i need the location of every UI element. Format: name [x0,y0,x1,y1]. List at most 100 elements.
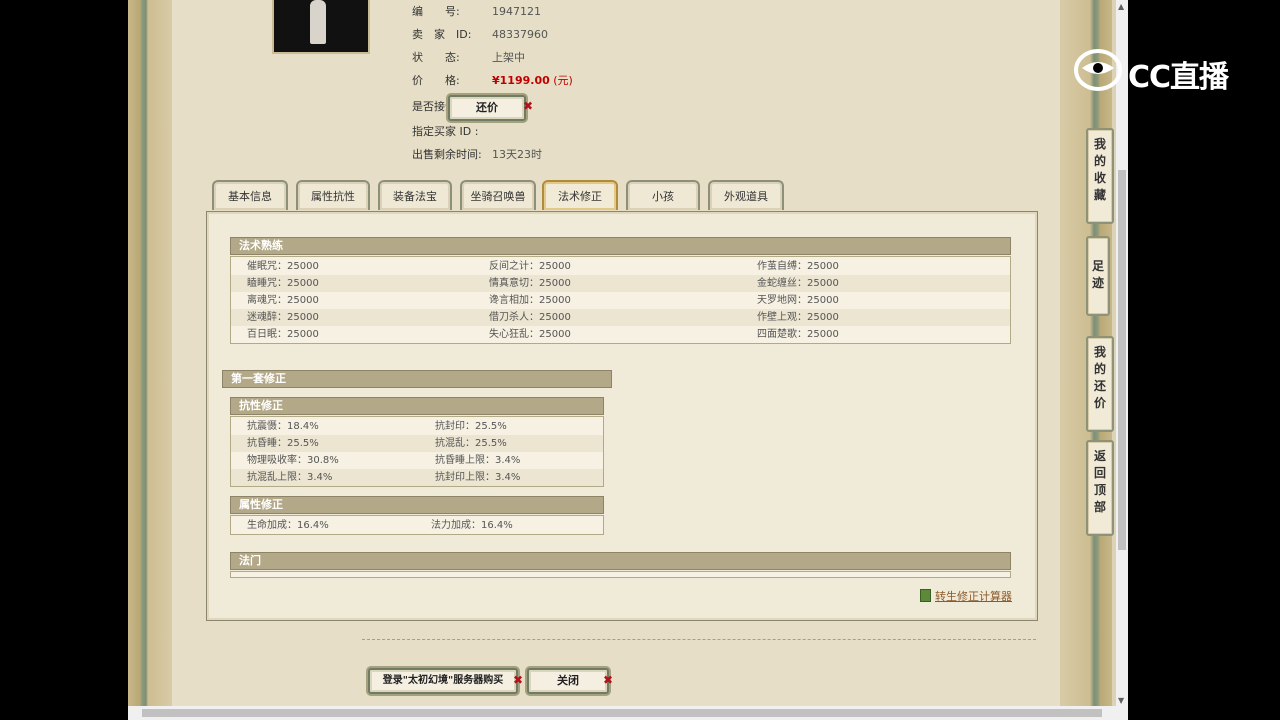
cell: 抗封印上限：3.4% [435,472,521,483]
number-label: 编 号: [412,5,460,18]
tab-spell-correction[interactable]: 法术修正 [542,180,618,210]
cell: 作茧自缚：25000 [757,261,839,272]
price-unit: (元) [553,74,573,87]
nav-char: 部 [1093,500,1106,514]
nav-char: 还 [1093,379,1106,393]
close-x-icon: ✖ [513,673,524,687]
number-row: 编 号: 1947121 [412,4,541,20]
cell: 生命加成：16.4% [247,520,329,531]
scroll-up-icon[interactable]: ▲ [1118,2,1124,11]
seller-row: 卖 家 ID: 48337960 [412,27,548,43]
cc-logo-text: CC直播 [1128,60,1229,95]
nav-char: 的 [1093,362,1106,376]
tab-child[interactable]: 小孩 [626,180,700,210]
cell: 抗混乱上限：3.4% [247,472,333,483]
trade-page: 编 号: 1947121 卖 家 ID: 48337960 状 态: 上架中 价 格:… [128,0,1116,720]
table-row: 离魂咒：25000 谗言相加：25000 天罗地网：25000 [231,292,1010,309]
buyer-label: 指定买家 ID : [412,125,479,138]
remaining-value: 13天23时 [492,148,542,161]
counter-offer-button[interactable]: 还价 [448,95,526,121]
footprint-button[interactable]: 足 迹 [1086,236,1110,316]
cell: 情真意切：25000 [489,278,571,289]
nav-char: 返 [1093,449,1106,463]
my-offers-button[interactable]: 我 的 还 价 [1086,336,1114,432]
cell: 抗震慑：18.4% [247,421,319,432]
table-row: 催眠咒：25000 反间之计：25000 作茧自缚：25000 [231,258,1010,275]
resist-table: 抗震慑：18.4% 抗封印：25.5% 抗昏睡：25.5% 抗混乱：25.5% … [230,416,604,487]
nav-char: 价 [1093,396,1106,410]
tab-appearance[interactable]: 外观道具 [708,180,784,210]
horizontal-scrollbar[interactable] [128,706,1116,720]
nav-char: 的 [1093,154,1106,168]
nav-char: 我 [1093,345,1106,359]
tab-attr-resist[interactable]: 属性抗性 [296,180,370,210]
tab-equipment[interactable]: 装备法宝 [378,180,452,210]
faction-header: 法门 [230,552,1011,570]
price-row: 价 格: ¥1199.00 (元) [412,73,573,89]
spell-mastery-table: 催眠咒：25000 反间之计：25000 作茧自缚：25000 瞌睡咒：2500… [230,256,1011,344]
cell: 作壁上观：25000 [757,312,839,323]
cell: 瞌睡咒：25000 [247,278,319,289]
cell: 反间之计：25000 [489,261,571,272]
table-row: 物理吸收率：30.8% 抗昏睡上限：3.4% [231,452,603,469]
close-x-icon: ✖ [603,673,614,687]
nav-char: 足 [1091,259,1104,273]
table-row: 生命加成：16.4% 法力加成：16.4% [231,517,603,534]
vertical-scrollbar[interactable]: ▲ ▼ [1116,0,1128,720]
resist-header: 抗性修正 [230,397,604,415]
table-row: 抗震慑：18.4% 抗封印：25.5% [231,418,603,435]
divider [362,639,1036,640]
table-row: 迷魂醉：25000 借刀杀人：25000 作壁上观：25000 [231,309,1010,326]
cell: 抗昏睡：25.5% [247,438,319,449]
nav-char: 我 [1093,137,1106,151]
table-row: 瞌睡咒：25000 情真意切：25000 金蛇缠丝：25000 [231,275,1010,292]
price-value: ¥1199.00 [492,74,550,87]
nav-char: 顶 [1093,483,1106,497]
character-thumbnail [272,0,370,54]
nav-char: 回 [1093,466,1106,480]
my-favorites-button[interactable]: 我 的 收 藏 [1086,128,1114,224]
buyer-row: 指定买家 ID : [412,124,492,140]
spell-mastery-header: 法术熟练 [230,237,1011,255]
nav-char: 收 [1093,171,1106,185]
scrollbar-thumb[interactable] [142,709,1102,717]
close-button[interactable]: 关闭 [527,668,609,694]
remaining-label: 出售剩余时间: [412,148,482,161]
cell: 失心狂乱：25000 [489,329,571,340]
cell: 抗昏睡上限：3.4% [435,455,521,466]
set1-header: 第一套修正 [222,370,612,388]
attr-table: 生命加成：16.4% 法力加成：16.4% [230,515,604,535]
status-label: 状 态: [412,51,460,64]
price-label: 价 格: [412,74,460,87]
table-row: 抗昏睡：25.5% 抗混乱：25.5% [231,435,603,452]
rebirth-calculator-link[interactable]: 转生修正计算器 [935,588,1012,604]
status-row: 状 态: 上架中 [412,50,525,66]
cell: 金蛇缠丝：25000 [757,278,839,289]
cell: 催眠咒：25000 [247,261,319,272]
seller-label: 卖 家 ID: [412,28,472,41]
cell: 天罗地网：25000 [757,295,839,306]
remaining-row: 出售剩余时间: 13天23时 [412,147,542,163]
table-row: 百日眠：25000 失心狂乱：25000 四面楚歌：25000 [231,326,1010,343]
nav-char: 迹 [1091,276,1104,290]
cell: 法力加成：16.4% [431,520,513,531]
status-value: 上架中 [492,51,525,64]
back-to-top-button[interactable]: 返 回 顶 部 [1086,440,1114,536]
cell: 借刀杀人：25000 [489,312,571,323]
tab-basic-info[interactable]: 基本信息 [212,180,288,210]
tab-mount-summon[interactable]: 坐骑召唤兽 [460,180,536,210]
cell: 百日眠：25000 [247,329,319,340]
cell: 物理吸收率：30.8% [247,455,339,466]
login-buy-button[interactable]: 登录"太初幻境"服务器购买 [368,668,518,694]
table-row: 抗混乱上限：3.4% 抗封印上限：3.4% [231,469,603,486]
scrollbar-thumb[interactable] [1118,170,1126,550]
cell: 谗言相加：25000 [489,295,571,306]
cell: 四面楚歌：25000 [757,329,839,340]
cell: 离魂咒：25000 [247,295,319,306]
cell: 抗封印：25.5% [435,421,507,432]
seller-value: 48337960 [492,28,548,41]
close-x-icon: ✖ [523,99,534,113]
scroll-down-icon[interactable]: ▼ [1118,696,1124,705]
attr-header: 属性修正 [230,496,604,514]
faction-table [230,571,1011,578]
